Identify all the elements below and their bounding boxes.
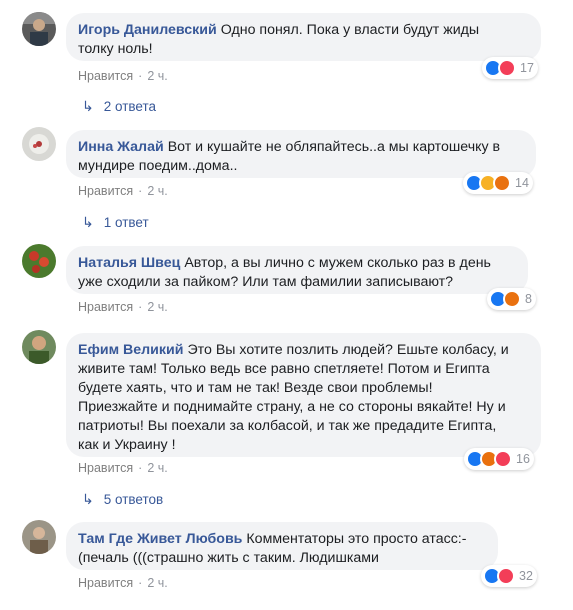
comment-meta: Нравится · 2 ч.: [78, 300, 168, 314]
avatar[interactable]: [22, 244, 56, 278]
replies-count: 2 ответа: [103, 99, 157, 114]
like-link[interactable]: Нравится: [78, 184, 133, 198]
reactions-summary[interactable]: 17: [482, 57, 538, 79]
love-icon: [498, 59, 516, 77]
angry-icon: [503, 290, 521, 308]
reaction-count: 17: [520, 61, 534, 75]
comment-text: Комментаторы это просто атасс:-: [246, 531, 467, 547]
reply-arrow-icon: ↳: [82, 214, 94, 230]
avatar[interactable]: [22, 520, 56, 554]
timestamp[interactable]: 2 ч.: [147, 461, 167, 475]
separator-dot: ·: [138, 461, 143, 475]
replies-link[interactable]: ↳ 2 ответа: [82, 98, 156, 115]
comment-text-line: мундире поедим..дома..: [78, 158, 238, 174]
love-icon: [494, 450, 512, 468]
comment-bubble: Наталья Швец Автор, а вы лично с мужем ск…: [66, 246, 528, 294]
comment-bubble: Инна Жалай Вот и кушайте не обляпайтесь..…: [66, 130, 536, 178]
separator-dot: ·: [138, 184, 143, 198]
comment-text-line: Приезжайте и поднимайте страну, а не со …: [78, 399, 506, 415]
comment-text-line: (печаль (((страшно жить с таким. Людишка…: [78, 550, 379, 566]
comment-text: Автор, а вы лично с мужем сколько раз в …: [184, 255, 491, 271]
timestamp[interactable]: 2 ч.: [147, 300, 167, 314]
reactions-summary[interactable]: 14: [463, 172, 533, 194]
comment-text: Вот и кушайте не обляпайтесь..а мы карто…: [167, 139, 501, 155]
reply-arrow-icon: ↳: [82, 491, 94, 507]
comment-author[interactable]: Игорь Данилевский: [78, 22, 217, 38]
comment-author[interactable]: Ефим Великий: [78, 342, 183, 358]
comment-text-line: толку ноль!: [78, 41, 153, 57]
separator-dot: ·: [138, 576, 143, 590]
like-link[interactable]: Нравится: [78, 576, 133, 590]
angry-icon: [493, 174, 511, 192]
avatar[interactable]: [22, 12, 56, 46]
comment-bubble: Ефим Великий Это Вы хотите позлить людей?…: [66, 333, 541, 457]
comment-text: Это Вы хотите позлить людей? Ешьте колба…: [187, 342, 509, 358]
reactions-summary[interactable]: 16: [464, 448, 534, 470]
reaction-count: 16: [516, 452, 530, 466]
reaction-count: 32: [519, 569, 533, 583]
like-link[interactable]: Нравится: [78, 69, 133, 83]
comment-text-line: живите там! Только ведь все равно спетля…: [78, 361, 490, 377]
timestamp[interactable]: 2 ч.: [147, 184, 167, 198]
comment-author[interactable]: Наталья Швец: [78, 255, 180, 271]
reply-arrow-icon: ↳: [82, 98, 94, 114]
comment-author[interactable]: Инна Жалай: [78, 139, 164, 155]
separator-dot: ·: [138, 69, 143, 83]
comment-meta: Нравится · 2 ч.: [78, 184, 168, 198]
replies-link[interactable]: ↳ 5 ответов: [82, 491, 163, 508]
reactions-summary[interactable]: 32: [481, 565, 537, 587]
comment-meta: Нравится · 2 ч.: [78, 576, 168, 590]
comment-meta: Нравится · 2 ч.: [78, 69, 168, 83]
comment-meta: Нравится · 2 ч.: [78, 461, 168, 475]
replies-count: 5 ответов: [103, 492, 164, 507]
comment-text-line: будете хаять, что и там не так! Везде св…: [78, 380, 433, 396]
reaction-count: 14: [515, 176, 529, 190]
timestamp[interactable]: 2 ч.: [147, 69, 167, 83]
replies-link[interactable]: ↳ 1 ответ: [82, 214, 149, 231]
like-link[interactable]: Нравится: [78, 300, 133, 314]
love-icon: [497, 567, 515, 585]
reactions-summary[interactable]: 8: [487, 288, 536, 310]
like-link[interactable]: Нравится: [78, 461, 133, 475]
timestamp[interactable]: 2 ч.: [147, 576, 167, 590]
comment-bubble: Там Где Живет Любовь Комментаторы это про…: [66, 522, 498, 570]
comment-text-line: патриоты! Вы поехали за колбасой, и так …: [78, 418, 497, 434]
comment-author[interactable]: Там Где Живет Любовь: [78, 531, 242, 547]
comment-text: Одно понял. Пока у власти будут жиды: [220, 22, 480, 38]
avatar[interactable]: [22, 127, 56, 161]
replies-count: 1 ответ: [103, 215, 149, 230]
avatar[interactable]: [22, 330, 56, 364]
comment-text-line: уже сходили за пайком? Или там фамилии з…: [78, 274, 454, 290]
separator-dot: ·: [138, 300, 143, 314]
reaction-count: 8: [525, 292, 532, 306]
comment-bubble: Игорь Данилевский Одно понял. Пока у влас…: [66, 13, 541, 61]
comment-text-line: как и Украину !: [78, 437, 176, 453]
